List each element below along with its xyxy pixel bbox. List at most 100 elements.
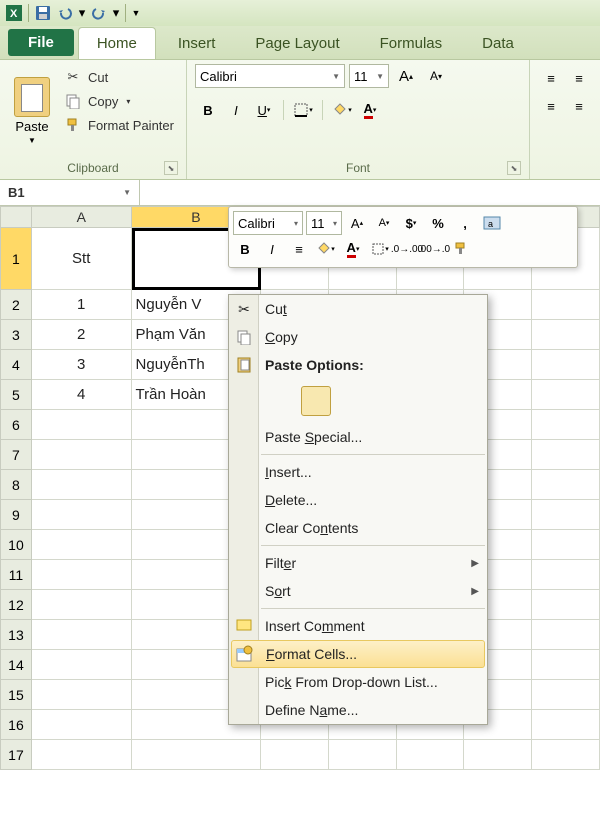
mini-size-combo[interactable]: 11▾ [306, 211, 342, 235]
row-header[interactable]: 14 [0, 650, 32, 680]
formula-input[interactable] [140, 180, 600, 205]
cell[interactable] [32, 620, 132, 650]
align-middle-icon[interactable]: ≡ [566, 66, 592, 90]
cell[interactable] [532, 320, 600, 350]
redo-icon[interactable] [89, 3, 109, 23]
align-top-icon[interactable]: ≡ [538, 66, 564, 90]
cell[interactable] [532, 590, 600, 620]
cell[interactable] [32, 680, 132, 710]
ctx-copy[interactable]: Copy [229, 323, 487, 351]
cell[interactable] [32, 410, 132, 440]
format-painter-button[interactable]: Format Painter [60, 114, 178, 136]
cell[interactable] [32, 470, 132, 500]
copy-button[interactable]: Copy ▾ [60, 90, 178, 112]
undo-icon[interactable] [55, 3, 75, 23]
cell[interactable]: 2 [32, 320, 132, 350]
ctx-paste-special[interactable]: Paste Special... [229, 423, 487, 451]
cell[interactable] [532, 710, 600, 740]
font-size-combo[interactable]: 11▼ [349, 64, 389, 88]
mini-fill-color-button[interactable]: ▾ [314, 238, 338, 260]
ctx-delete[interactable]: Delete... [229, 486, 487, 514]
col-header-A[interactable]: A [32, 206, 132, 228]
row-header[interactable]: 11 [0, 560, 32, 590]
cell[interactable] [32, 590, 132, 620]
mini-border-button[interactable]: ▾ [368, 238, 392, 260]
ctx-define-name[interactable]: Define Name... [229, 696, 487, 724]
tab-insert[interactable]: Insert [160, 28, 234, 59]
increase-font-icon[interactable]: A▴ [393, 64, 419, 88]
cell[interactable] [329, 740, 397, 770]
align-left-icon[interactable]: ≡ [538, 94, 564, 118]
tab-formulas[interactable]: Formulas [362, 28, 461, 59]
row-header[interactable]: 12 [0, 590, 32, 620]
decrease-font-icon[interactable]: A▾ [423, 64, 449, 88]
mini-percent-button[interactable]: % [426, 212, 450, 234]
ctx-filter[interactable]: Filter ▶ [229, 549, 487, 577]
redo-dropdown-icon[interactable]: ▾ [111, 3, 121, 23]
fill-color-button[interactable]: ▾ [329, 98, 355, 122]
mini-italic-button[interactable]: I [260, 238, 284, 260]
row-header[interactable]: 1 [0, 228, 32, 290]
cell[interactable] [32, 740, 132, 770]
row-header[interactable]: 17 [0, 740, 32, 770]
cell[interactable] [32, 710, 132, 740]
cell[interactable] [532, 560, 600, 590]
cell[interactable]: 3 [32, 350, 132, 380]
row-header[interactable]: 7 [0, 440, 32, 470]
cell[interactable] [532, 530, 600, 560]
cell[interactable] [32, 440, 132, 470]
cell[interactable] [532, 350, 600, 380]
cell[interactable] [532, 410, 600, 440]
undo-dropdown-icon[interactable]: ▾ [77, 3, 87, 23]
ctx-format-cells[interactable]: Format Cells... [231, 640, 485, 668]
row-header[interactable]: 9 [0, 500, 32, 530]
name-box[interactable]: B1▼ [0, 180, 140, 205]
cell[interactable] [32, 650, 132, 680]
ctx-insert[interactable]: Insert... [229, 458, 487, 486]
row-header[interactable]: 3 [0, 320, 32, 350]
ctx-sort[interactable]: Sort ▶ [229, 577, 487, 605]
qat-customize-icon[interactable]: ▼ [130, 3, 142, 23]
cell[interactable] [532, 290, 600, 320]
ctx-insert-comment[interactable]: Insert Comment [229, 612, 487, 640]
cell[interactable] [532, 740, 600, 770]
cell[interactable] [532, 440, 600, 470]
cell[interactable] [532, 500, 600, 530]
mini-align-icon[interactable]: ≡ [287, 238, 311, 260]
row-header[interactable]: 4 [0, 350, 32, 380]
mini-comma-button[interactable]: , [453, 212, 477, 234]
mini-currency-button[interactable]: $▾ [399, 212, 423, 234]
row-header[interactable]: 16 [0, 710, 32, 740]
tab-page-layout[interactable]: Page Layout [237, 28, 357, 59]
save-icon[interactable] [33, 3, 53, 23]
ctx-clear-contents[interactable]: Clear Contents [229, 514, 487, 542]
cell[interactable] [132, 740, 262, 770]
cell[interactable] [32, 530, 132, 560]
tab-data[interactable]: Data [464, 28, 532, 59]
mini-increase-font-icon[interactable]: A▴ [345, 212, 369, 234]
tab-file[interactable]: File [8, 29, 74, 56]
cell[interactable] [261, 740, 329, 770]
mini-bold-button[interactable]: B [233, 238, 257, 260]
tab-home[interactable]: Home [78, 27, 156, 59]
mini-increase-decimal-icon[interactable]: .0→.00 [395, 238, 419, 260]
paste-button[interactable]: Paste ▼ [8, 64, 56, 158]
mini-font-combo[interactable]: Calibri▾ [233, 211, 303, 235]
ctx-paste-option-default[interactable] [229, 379, 487, 423]
font-color-button[interactable]: A▾ [357, 98, 383, 122]
cell[interactable] [32, 500, 132, 530]
row-header[interactable]: 15 [0, 680, 32, 710]
align-center-icon[interactable]: ≡ [566, 94, 592, 118]
mini-decrease-decimal-icon[interactable]: .00→.0 [422, 238, 446, 260]
dialog-launcher-icon[interactable]: ⬊ [507, 161, 521, 175]
mini-merge-icon[interactable]: a [480, 212, 504, 234]
cell[interactable] [532, 680, 600, 710]
bold-button[interactable]: B [195, 98, 221, 122]
dialog-launcher-icon[interactable]: ⬊ [164, 161, 178, 175]
ctx-pick-from-list[interactable]: Pick From Drop-down List... [229, 668, 487, 696]
mini-font-color-button[interactable]: A▾ [341, 238, 365, 260]
font-name-combo[interactable]: Calibri▼ [195, 64, 345, 88]
row-header[interactable]: 13 [0, 620, 32, 650]
underline-button[interactable]: U ▾ [251, 98, 277, 122]
row-header[interactable]: 10 [0, 530, 32, 560]
